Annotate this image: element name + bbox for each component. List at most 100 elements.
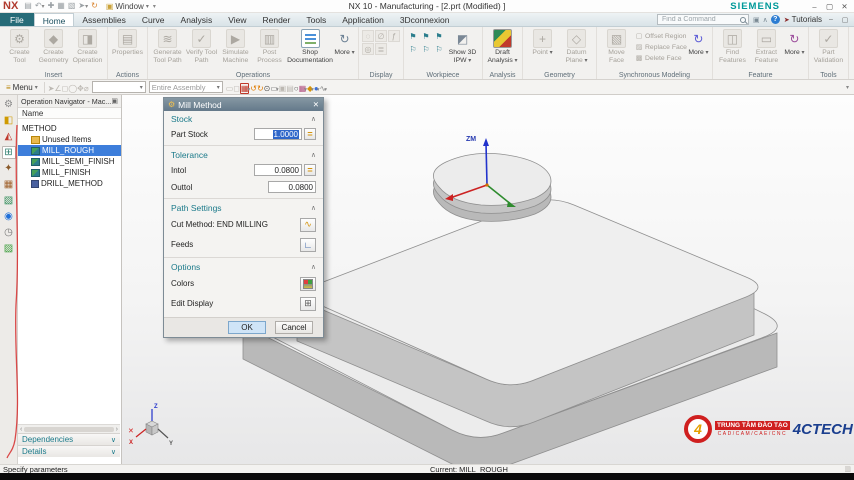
part-stock-input[interactable]: 1.0000 [254, 128, 302, 140]
section-header-tolerance[interactable]: Tolerance [164, 147, 323, 161]
window-menu-button[interactable]: Window [106, 2, 149, 11]
save-icon[interactable]: ▤ [24, 1, 32, 11]
row-feeds: Feeds ∟ [171, 235, 316, 254]
more-button[interactable]: ↻ More ▾ [784, 28, 805, 58]
draft-analysis-button[interactable]: Draft Analysis ▾ [486, 28, 519, 64]
more-button[interactable]: ↻ More ▾ [334, 28, 355, 58]
scroll-left-icon[interactable] [20, 426, 22, 433]
section-header-path-settings[interactable]: Path Settings [164, 200, 323, 214]
tab-analysis[interactable]: Analysis [173, 13, 221, 26]
minimize-button[interactable] [808, 2, 821, 11]
show-3d-ipw-button[interactable]: ◩ Show 3D IPW ▾ [446, 28, 479, 64]
ribbon-group-operations: ≋ Generate Tool Path ✓ Verify Tool Path ▶ Sim… [148, 27, 359, 79]
ribbon-group-label: Display [369, 72, 393, 79]
more-button[interactable]: ↻ More ▾ [688, 28, 709, 58]
panel-window-icon[interactable] [111, 97, 118, 105]
chevron-down-icon [111, 436, 116, 444]
ok-button[interactable]: OK [228, 321, 266, 334]
close-button[interactable] [838, 2, 851, 11]
dependencies-panel-bar[interactable]: Dependencies [18, 433, 120, 445]
tab-file[interactable]: File [0, 13, 34, 26]
cut-method-button[interactable]: ∿ [300, 217, 316, 232]
help-icon[interactable]: ? [770, 15, 780, 24]
column-header-name[interactable]: Name [18, 108, 121, 119]
nav-row-mill-rough[interactable]: MILL_ROUGH [18, 145, 121, 156]
command-finder[interactable] [656, 14, 749, 25]
clipboard-icon[interactable]: ▧ [68, 1, 76, 11]
formula-toggle-button[interactable]: = [304, 128, 316, 140]
gouge-check-icon[interactable]: ⚑ [433, 30, 445, 42]
nav-row-drill-method[interactable]: DRILL_METHOD [18, 178, 121, 189]
selection-filter-combo[interactable] [91, 81, 146, 93]
copy-icon[interactable]: ▦ [57, 1, 65, 11]
properties-button: ▤ Properties [111, 28, 144, 57]
customize-quick-access-icon[interactable] [153, 3, 156, 10]
toolbar-options-icon[interactable] [846, 84, 851, 91]
scroll-right-icon[interactable] [116, 426, 118, 433]
history-icon[interactable]: ◷ [2, 226, 16, 239]
screens-icon[interactable]: ▣ [753, 16, 760, 24]
doc-minimize-icon[interactable] [826, 16, 836, 23]
tab-render[interactable]: Render [254, 13, 298, 26]
cancel-button[interactable]: Cancel [275, 321, 313, 334]
list-tool-path-icon[interactable]: ⚐ [420, 43, 432, 55]
dialog-section-path-settings: Path SettingsCut Method: END MILLING∿Fee… [164, 198, 323, 254]
undo-icon[interactable]: ↶▾ [35, 1, 45, 12]
hide-tool-path-icon[interactable]: ⚐ [407, 43, 419, 55]
paste-icon[interactable]: ✚ [48, 1, 55, 11]
repeat-command-icon[interactable]: ↻ [91, 1, 98, 11]
nav-row-unused-items[interactable]: Unused Items [18, 134, 121, 145]
intol-input[interactable]: 0.0800 [254, 164, 302, 176]
tab-curve[interactable]: Curve [134, 13, 173, 26]
shop-documentation-button[interactable]: Shop Documentation [287, 28, 333, 64]
tool-path-report-icon[interactable]: ⚐ [433, 43, 445, 55]
view-triad[interactable]: X Y Z [129, 404, 173, 447]
selection-icon[interactable]: ➤▾ [78, 1, 88, 12]
scroll-thumb[interactable] [24, 426, 114, 432]
constraint-navigator-icon[interactable]: ◭ [2, 130, 16, 143]
reuse-library-icon[interactable]: ▦ [2, 178, 16, 191]
navigator-header: Operation Navigator - Mac... [18, 95, 121, 108]
section-header-stock[interactable]: Stock [164, 111, 323, 125]
details-panel-bar[interactable]: Details [18, 445, 120, 457]
operation-navigator-icon[interactable]: ⊞ [1, 146, 16, 159]
web-browser-icon[interactable]: ◉ [2, 210, 16, 223]
find-features-icon: ◫ [722, 29, 742, 48]
dialog-title-bar[interactable]: Mill Method [164, 98, 323, 111]
section-header-options[interactable]: Options [164, 259, 323, 273]
tab-home[interactable]: Home [33, 13, 75, 26]
tab-tools[interactable]: Tools [298, 13, 334, 26]
colors-button[interactable] [300, 276, 316, 291]
navigator-hscrollbar[interactable] [18, 424, 120, 433]
edit-display-button[interactable]: ⊞ [300, 296, 316, 311]
part-boss[interactable] [433, 152, 552, 222]
dialog-close-icon[interactable] [313, 100, 319, 109]
show-tool-path-icon[interactable]: ⚑ [407, 30, 419, 42]
tab-application[interactable]: Application [334, 13, 392, 26]
command-input[interactable] [659, 15, 740, 24]
feeds-button[interactable]: ∟ [300, 237, 316, 252]
menu-button[interactable]: Menu [3, 83, 41, 92]
tab-assemblies[interactable]: Assemblies [74, 13, 133, 26]
tab-view[interactable]: View [220, 13, 254, 26]
restore-button[interactable] [823, 2, 836, 11]
nav-row-mill-semi-finish[interactable]: MILL_SEMI_FINISH [18, 156, 121, 167]
selection-scope-combo[interactable]: Entire Assembly [148, 81, 223, 93]
system-materials-icon[interactable]: ▨ [2, 242, 16, 255]
orient-up-icon[interactable]: ↺ [250, 84, 257, 93]
nav-row-method[interactable]: METHOD [18, 123, 121, 134]
doc-restore-icon[interactable] [840, 16, 850, 24]
minimize-ribbon-icon[interactable]: ∧ [763, 16, 768, 24]
tutorials-button[interactable]: Tutorials [784, 15, 822, 24]
assembly-navigator-icon[interactable]: ◧ [2, 114, 16, 127]
orient-down-icon[interactable]: ↻ [257, 84, 264, 93]
ribbon-group-analysis: Draft Analysis ▾ Analysis [483, 27, 523, 79]
tab-3dconnexion[interactable]: 3Dconnexion [392, 13, 458, 26]
nav-row-mill-finish[interactable]: MILL_FINISH [18, 167, 121, 178]
replay-tool-path-icon[interactable]: ⚑ [420, 30, 432, 42]
roles-icon[interactable]: ⚙ [2, 98, 16, 111]
hd3d-tools-icon[interactable]: ▧ [2, 194, 16, 207]
machining-wizard-icon[interactable]: ✦ [2, 162, 16, 175]
outtol-input[interactable]: 0.0800 [268, 181, 316, 193]
formula-toggle-button[interactable]: = [304, 164, 316, 176]
